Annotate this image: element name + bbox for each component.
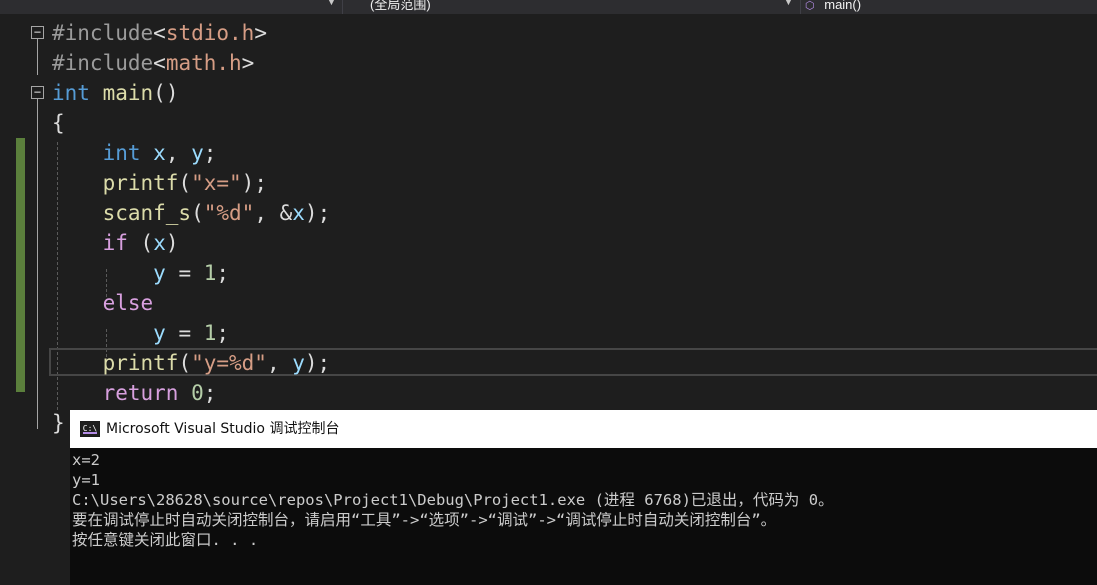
punct: , & bbox=[254, 201, 293, 225]
change-indicator bbox=[16, 138, 25, 392]
punct: ) bbox=[165, 231, 179, 255]
punct: ( bbox=[140, 231, 154, 255]
function-name: printf bbox=[102, 171, 179, 195]
variable: y bbox=[153, 261, 166, 285]
punct: < bbox=[153, 21, 166, 45]
keyword: int bbox=[102, 141, 141, 165]
outline-line bbox=[37, 39, 38, 75]
punct: ); bbox=[304, 201, 331, 225]
preprocessor-directive: #include bbox=[52, 21, 154, 45]
open-brace: { bbox=[52, 111, 65, 135]
code-line-10[interactable]: else bbox=[52, 288, 154, 318]
function-name: scanf_s bbox=[102, 201, 192, 225]
scope-dropdown-arrow[interactable]: ▼ bbox=[784, 0, 793, 7]
member-label: main() bbox=[824, 0, 862, 12]
project-dropdown-arrow[interactable]: ▼ bbox=[327, 0, 336, 7]
console-line: C:\Users\28628\source\repos\Project1\Deb… bbox=[72, 491, 834, 509]
punct: > bbox=[241, 51, 255, 75]
variable: x bbox=[153, 231, 166, 255]
console-line: 按任意键关闭此窗口. . . bbox=[72, 531, 259, 549]
punct: ( bbox=[178, 351, 192, 375]
string-literal: "%d" bbox=[203, 201, 255, 225]
code-line-13[interactable]: return 0; bbox=[52, 378, 217, 408]
number-literal: 0 bbox=[191, 381, 204, 405]
member-dropdown[interactable]: ⬡ main() bbox=[805, 0, 861, 14]
punct: ; bbox=[203, 141, 217, 165]
console-title-bar[interactable]: C:\ Microsoft Visual Studio 调试控制台 bbox=[70, 410, 1097, 448]
punct: < bbox=[153, 51, 166, 75]
scope-dropdown[interactable]: (全局范围) bbox=[370, 0, 431, 14]
code-line-8[interactable]: if (x) bbox=[52, 228, 179, 258]
function-name: printf bbox=[102, 351, 179, 375]
function-name: main bbox=[102, 81, 154, 105]
navigation-bar: ▼ (全局范围) ▼ ⬡ main() bbox=[0, 0, 1097, 14]
debug-console-window[interactable]: C:\ Microsoft Visual Studio 调试控制台 x=2 y=… bbox=[70, 410, 1097, 585]
number-literal: 1 bbox=[203, 321, 217, 345]
nav-separator bbox=[800, 0, 801, 14]
nav-separator bbox=[342, 0, 343, 14]
console-line: x=2 bbox=[72, 451, 100, 469]
include-header: math.h bbox=[165, 51, 242, 75]
punct: ( bbox=[178, 171, 192, 195]
punct: () bbox=[153, 81, 179, 105]
console-output[interactable]: x=2 y=1 C:\Users\28628\source\repos\Proj… bbox=[72, 450, 1097, 550]
control-keyword: return bbox=[102, 381, 179, 405]
variable: x bbox=[292, 201, 305, 225]
keyword: int bbox=[52, 81, 90, 105]
variable: y bbox=[191, 141, 204, 165]
code-line-3[interactable]: int main() bbox=[52, 78, 178, 108]
code-line-9[interactable]: y = 1; bbox=[52, 258, 229, 288]
string-literal: "x=" bbox=[191, 171, 242, 195]
punct: ); bbox=[241, 171, 267, 195]
code-line-5[interactable]: int x, y; bbox=[52, 138, 217, 168]
console-app-icon: C:\ bbox=[80, 421, 100, 437]
scope-label: (全局范围) bbox=[370, 0, 431, 12]
collapse-main-icon[interactable]: − bbox=[31, 86, 44, 99]
code-line-6[interactable]: printf("x="); bbox=[52, 168, 267, 198]
code-line-2[interactable]: #include<math.h> bbox=[52, 48, 254, 78]
include-header: stdio.h bbox=[165, 21, 255, 45]
variable: y bbox=[292, 351, 305, 375]
code-line-12[interactable]: printf("y=%d", y); bbox=[52, 348, 331, 378]
console-line: y=1 bbox=[72, 471, 100, 489]
punct: ; bbox=[216, 321, 230, 345]
console-line: 要在调试停止时自动关闭控制台，请启用“工具”->“选项”->“调试”->“调试停… bbox=[72, 511, 777, 529]
code-line-14[interactable]: } bbox=[52, 408, 65, 438]
punct: , bbox=[165, 141, 179, 165]
punct: ; bbox=[203, 381, 217, 405]
operator: = bbox=[165, 261, 204, 285]
punct: , bbox=[266, 351, 293, 375]
string-literal: "y=%d" bbox=[191, 351, 267, 375]
punct: > bbox=[254, 21, 267, 45]
outline-line bbox=[37, 99, 38, 429]
punct: ; bbox=[216, 261, 230, 285]
cube-icon: ⬡ bbox=[805, 0, 815, 12]
punct: ); bbox=[304, 351, 331, 375]
code-line-4[interactable]: { bbox=[52, 108, 65, 138]
preprocessor-directive: #include bbox=[52, 51, 154, 75]
control-keyword: if bbox=[102, 231, 128, 255]
control-keyword: else bbox=[102, 291, 154, 315]
close-brace: } bbox=[52, 411, 65, 435]
code-line-7[interactable]: scanf_s("%d", &x); bbox=[52, 198, 331, 228]
collapse-includes-icon[interactable]: − bbox=[31, 26, 44, 39]
punct: ( bbox=[191, 201, 204, 225]
variable: x bbox=[153, 141, 166, 165]
code-line-11[interactable]: y = 1; bbox=[52, 318, 229, 348]
console-title: Microsoft Visual Studio 调试控制台 bbox=[106, 421, 340, 437]
operator: = bbox=[165, 321, 204, 345]
code-line-1[interactable]: #include<stdio.h> bbox=[52, 18, 267, 48]
number-literal: 1 bbox=[203, 261, 217, 285]
variable: y bbox=[153, 321, 166, 345]
